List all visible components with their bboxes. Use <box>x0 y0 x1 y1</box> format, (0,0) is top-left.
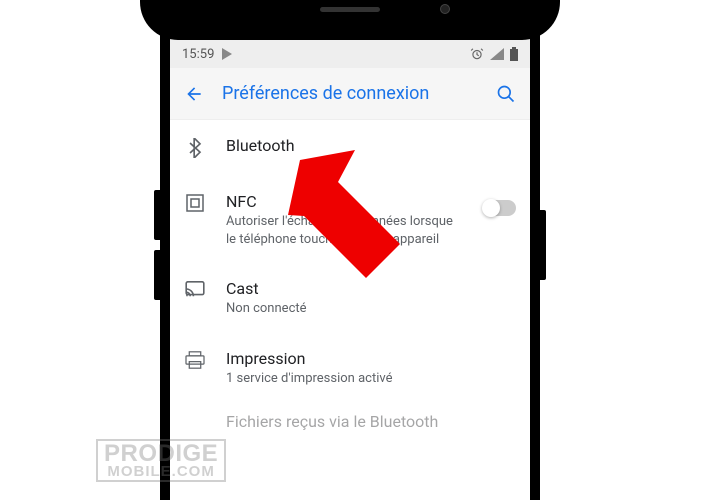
power-button <box>540 210 546 280</box>
signal-icon <box>490 48 504 60</box>
page-title: Préférences de connexion <box>222 83 478 104</box>
bluetooth-icon <box>184 138 206 158</box>
back-arrow-icon[interactable] <box>184 84 204 104</box>
settings-list: Bluetooth NFC Autoriser l'échange de don… <box>170 120 530 458</box>
setting-cast[interactable]: Cast Non connecté <box>170 263 530 332</box>
setting-print-subtitle: 1 service d'impression activé <box>226 370 516 388</box>
speaker-grille <box>320 7 380 12</box>
app-header: Préférences de connexion <box>170 68 530 120</box>
setting-received-title: Fichiers reçus via le Bluetooth <box>226 412 516 431</box>
setting-cast-subtitle: Non connecté <box>226 300 516 318</box>
watermark-line1: PRODIGE <box>104 443 218 465</box>
setting-nfc[interactable]: NFC Autoriser l'échange de données lorsq… <box>170 176 530 263</box>
setting-print[interactable]: Impression 1 service d'impression activé <box>170 333 530 402</box>
alarm-icon <box>470 47 484 61</box>
watermark: PRODIGE MOBILE.COM <box>96 439 226 482</box>
phone-notch <box>140 0 560 40</box>
setting-bluetooth[interactable]: Bluetooth <box>170 120 530 176</box>
setting-bluetooth-title: Bluetooth <box>226 136 516 155</box>
search-icon[interactable] <box>496 84 516 104</box>
nfc-toggle[interactable] <box>484 200 516 216</box>
battery-icon <box>510 47 518 61</box>
watermark-line2: MOBILE.COM <box>104 465 218 479</box>
nfc-icon <box>184 194 206 212</box>
setting-cast-title: Cast <box>226 279 516 298</box>
status-time: 15:59 <box>182 47 214 62</box>
setting-nfc-title: NFC <box>226 192 464 211</box>
setting-print-title: Impression <box>226 349 516 368</box>
print-icon <box>184 351 206 369</box>
status-bar: 15:59 <box>170 40 530 68</box>
setting-nfc-subtitle: Autoriser l'échange de données lorsque l… <box>226 213 464 249</box>
cast-icon <box>184 281 206 297</box>
front-camera <box>440 4 450 14</box>
play-store-icon <box>222 48 233 60</box>
phone-screen: 15:59 Préférences de connexion <box>160 0 540 500</box>
